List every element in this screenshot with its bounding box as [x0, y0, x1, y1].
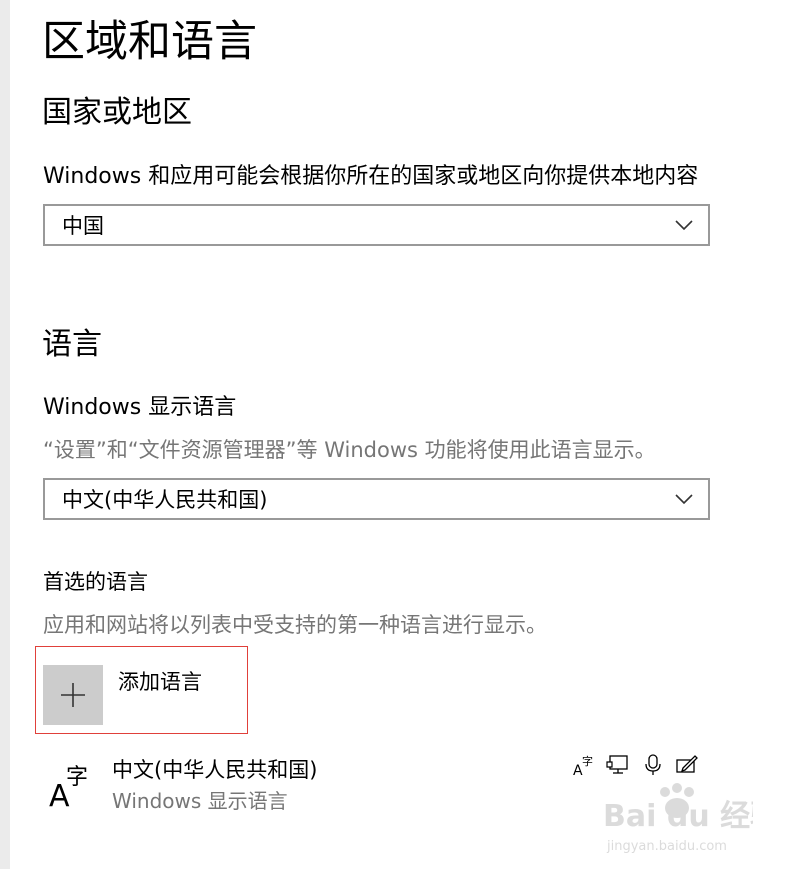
language-name: 中文(中华人民共和国)	[112, 758, 318, 782]
svg-text:jingyan.baidu.com: jingyan.baidu.com	[606, 839, 727, 854]
region-description: Windows 和应用可能会根据你所在的国家或地区向你提供本地内容	[43, 164, 699, 189]
baidu-watermark-logo: Bai du 经验 jingyan.baidu.com	[603, 783, 753, 854]
language-icon: A 字	[49, 765, 88, 810]
svg-text:字: 字	[66, 765, 88, 790]
add-language-button[interactable]	[43, 665, 103, 725]
display-language-icon: A 字	[573, 754, 593, 777]
display-language-description: “设置”和“文件资源管理器”等 Windows 功能将使用此语言显示。	[43, 438, 656, 462]
preferred-languages-description: 应用和网站将以列表中受支持的第一种语言进行显示。	[43, 613, 547, 637]
add-language-label[interactable]: 添加语言	[118, 667, 202, 697]
preferred-languages-heading: 首选的语言	[43, 570, 148, 594]
language-heading: 语言	[42, 327, 102, 362]
left-panel-edge	[0, 0, 10, 869]
page-title: 区域和语言	[42, 17, 257, 67]
text-to-speech-icon	[606, 755, 628, 774]
display-language-dropdown-value: 中文(中华人民共和国)	[62, 488, 268, 512]
language-sub-label: Windows 显示语言	[112, 789, 288, 813]
display-language-label: Windows 显示语言	[43, 395, 237, 420]
svg-text:字: 字	[582, 754, 593, 768]
region-dropdown-value: 中国	[62, 214, 104, 238]
speech-recognition-icon	[645, 754, 661, 775]
region-dropdown[interactable]: 中国	[43, 204, 710, 246]
chevron-down-icon	[675, 220, 693, 231]
handwriting-icon	[676, 755, 698, 773]
plus-icon	[61, 683, 85, 707]
region-heading: 国家或地区	[42, 95, 192, 130]
display-language-dropdown[interactable]: 中文(中华人民共和国)	[43, 478, 710, 520]
svg-text:Bai du 经验: Bai du 经验	[603, 799, 753, 834]
chevron-down-icon	[675, 494, 693, 505]
